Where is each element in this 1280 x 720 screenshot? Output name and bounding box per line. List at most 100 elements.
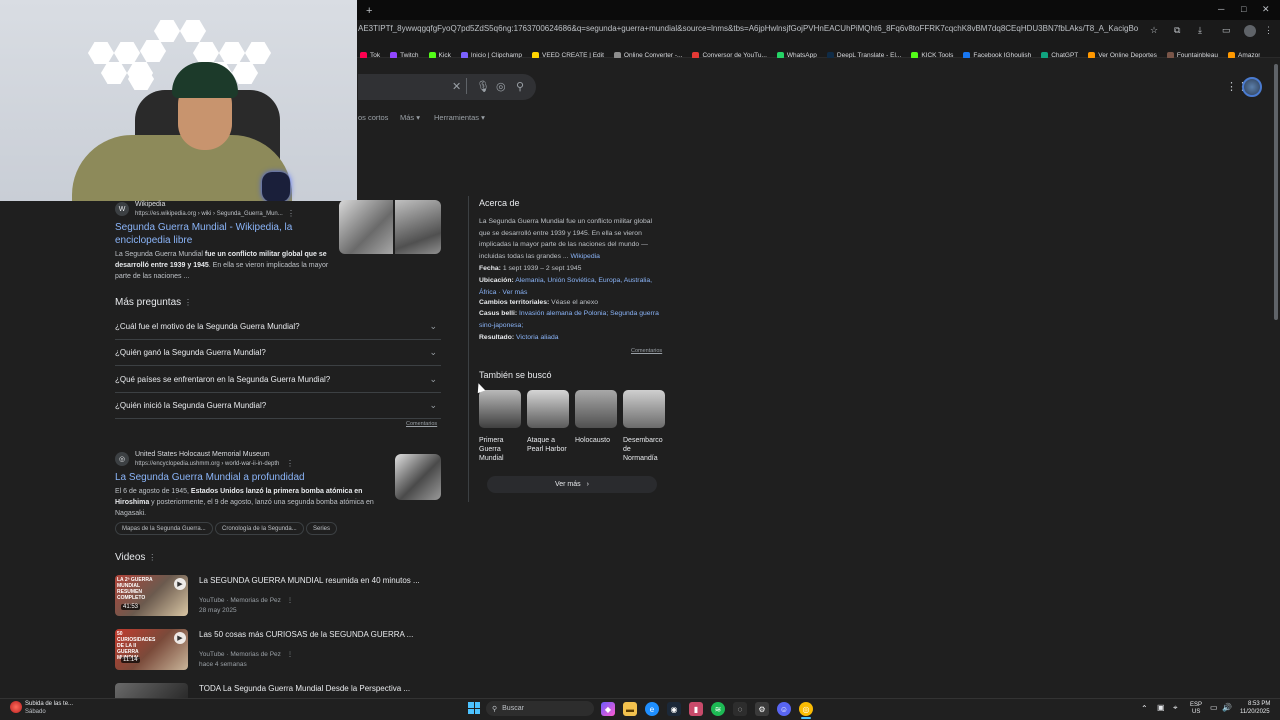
chevron-right-icon: › [586, 481, 590, 488]
play-icon[interactable]: ▶ [174, 578, 186, 590]
play-icon[interactable]: ▶ [174, 632, 186, 644]
also-searched-label[interactable]: Desembarco de Normandía [623, 436, 667, 463]
start-tile [468, 708, 474, 714]
hex-light-decoration [219, 42, 245, 64]
feedback-link[interactable]: Comentarios [406, 421, 437, 427]
settings-gear-icon[interactable]: ⚙ [755, 702, 769, 716]
also-searched-image[interactable] [575, 390, 617, 428]
hex-light-decoration [88, 42, 114, 64]
also-searched-image[interactable] [479, 390, 521, 428]
chrome-icon[interactable]: ◎ [799, 702, 813, 716]
account-avatar[interactable] [1242, 77, 1262, 97]
download-icon[interactable]: ⤓ [1198, 25, 1202, 36]
extensions-icon[interactable]: ⧉ [1174, 25, 1180, 36]
tab-tools[interactable]: Herramientas ▾ [434, 113, 485, 122]
result-image-2[interactable] [395, 200, 441, 254]
tray-location-icon[interactable]: ⌖ [1173, 703, 1178, 713]
edge-browser-icon[interactable]: e [645, 702, 659, 716]
file-explorer-icon[interactable]: ▬ [623, 702, 637, 716]
hex-light-decoration [193, 42, 219, 64]
hex-light-decoration [245, 42, 271, 64]
result-image[interactable] [395, 454, 441, 500]
result-image-1[interactable] [339, 200, 393, 254]
result-url[interactable]: https://es.wikipedia.org › wiki › Segund… [135, 211, 283, 217]
minimize-button[interactable]: ─ [1218, 4, 1224, 14]
hex-light-decoration [180, 20, 206, 42]
related-chip[interactable]: Cronología de la Segunda... [215, 522, 304, 535]
spotify-icon[interactable]: ≋ [711, 702, 725, 716]
about-description: La Segunda Guerra Mundial fue un conflic… [479, 218, 653, 260]
url-text[interactable]: AE3TIPTf_8ywwqgqfgFyoQ7pd5ZdS5q6ng:17637… [358, 24, 1138, 33]
search-icon[interactable]: ⚲ [516, 80, 524, 93]
fact-key: Casus belli: [479, 310, 518, 317]
taskbar-search[interactable]: ⚲ Buscar [486, 701, 594, 716]
question-item[interactable]: ¿Quién ganó la Segunda Guerra Mundial? ⌄ [115, 340, 441, 366]
new-tab-button[interactable]: + [366, 5, 372, 17]
search-icon: ⚲ [492, 705, 498, 713]
fact-row: Casus belli: Invasión alemana de Polonia… [479, 308, 665, 331]
wikipedia-link[interactable]: Wikipedia [570, 253, 599, 260]
weather-icon[interactable] [10, 701, 22, 713]
also-searched-image[interactable] [527, 390, 569, 428]
feedback-link[interactable]: Comentarios [631, 348, 662, 354]
language-indicator[interactable]: ESP [1190, 702, 1202, 708]
fact-value-link[interactable]: Victoria aliada [516, 334, 559, 341]
scrollbar-thumb[interactable] [1274, 64, 1278, 320]
fact-key: Ubicación: [479, 277, 514, 284]
video-duration: 41:53 [121, 604, 141, 610]
result-menu-icon[interactable]: ⋮ [287, 209, 295, 218]
discord-icon[interactable]: ☺ [777, 702, 791, 716]
monitor-icon[interactable]: ▭ [1210, 703, 1218, 712]
volume-icon[interactable]: 🔊 [1222, 703, 1232, 712]
chevron-down-icon: ⌄ [429, 321, 437, 331]
result-snippet: La Segunda Guerra Mundial fue un conflic… [115, 251, 329, 280]
tray-app-icon[interactable]: ▣ [1157, 703, 1165, 712]
steam-icon[interactable]: ◉ [667, 702, 681, 716]
clock-time[interactable]: 8:53 PM [1248, 701, 1270, 707]
fact-row: Cambios territoriales: Véase el anexo [479, 297, 665, 309]
result-menu-icon[interactable]: ⋮ [286, 459, 294, 468]
camera-lens-icon[interactable]: ◎ [496, 80, 506, 93]
search-input[interactable] [358, 74, 536, 100]
related-chip[interactable]: Mapas de la Segunda Guerra... [115, 522, 213, 535]
maximize-button[interactable]: □ [1241, 4, 1246, 14]
video-thumbnail[interactable] [115, 683, 188, 698]
close-window-button[interactable]: ✕ [1262, 4, 1270, 15]
question-item[interactable]: ¿Cuál fue el motivo de la Segunda Guerra… [115, 314, 441, 340]
tray-chevron-up-icon[interactable]: ⌃ [1141, 704, 1148, 713]
also-searched-label[interactable]: Ataque a Pearl Harbor [527, 436, 571, 454]
menu-kebab-icon[interactable]: ⋮ [1264, 25, 1273, 36]
result-url[interactable]: https://encyclopedia.ushmm.org › world-w… [135, 461, 279, 467]
ushmm-favicon: ◎ [115, 452, 129, 466]
sidebar-icon[interactable]: ▭ [1222, 25, 1231, 36]
question-item[interactable]: ¿Quién inició la Segunda Guerra Mundial?… [115, 393, 441, 419]
result-title-link[interactable]: La Segunda Guerra Mundial a profundidad [115, 471, 305, 484]
app-icon[interactable]: ▮ [689, 702, 703, 716]
fact-value: 1 sept 1939 – 2 sept 1945 [502, 265, 582, 272]
microphone-icon[interactable]: 🎙 [476, 80, 490, 93]
also-searched-label[interactable]: Holocausto [575, 436, 619, 445]
clear-search-icon[interactable]: ✕ [452, 80, 461, 93]
copilot-icon[interactable]: ◆ [601, 702, 615, 716]
fact-key: Fecha: [479, 265, 501, 272]
related-chip[interactable]: Series [306, 522, 338, 535]
start-tile [474, 702, 480, 708]
result-site-name: United States Holocaust Memorial Museum [135, 451, 270, 458]
video-title-link[interactable]: TODA La Segunda Guerra Mundial Desde la … [199, 684, 410, 693]
question-item[interactable]: ¿Qué países se enfrentaron en la Segunda… [115, 367, 441, 393]
profile-avatar[interactable] [1244, 25, 1256, 37]
game-bar-icon[interactable]: ◌ [733, 702, 747, 716]
also-searched-image[interactable] [623, 390, 665, 428]
bookmark-star-icon[interactable]: ☆ [1150, 25, 1158, 36]
also-searched-label[interactable]: Primera Guerra Mundial [479, 436, 523, 463]
weather-text[interactable]: Subida de las te... [25, 701, 73, 707]
tab-more[interactable]: Más ▾ [400, 113, 420, 122]
video-title-link[interactable]: La SEGUNDA GUERRA MUNDIAL resumida en 40… [199, 576, 420, 585]
windows-start-icon[interactable] [468, 702, 480, 714]
see-more-button[interactable]: Ver más › [487, 476, 657, 493]
result-title-link[interactable]: Segunda Guerra Mundial - Wikipedia, la e… [115, 221, 325, 247]
clock-date: 11/20/2025 [1240, 709, 1270, 715]
tab-short-videos[interactable]: os cortos [358, 113, 388, 122]
video-title-link[interactable]: Las 50 cosas más CURIOSAS de la SEGUNDA … [199, 630, 413, 639]
fact-key: Cambios territoriales: [479, 299, 550, 306]
